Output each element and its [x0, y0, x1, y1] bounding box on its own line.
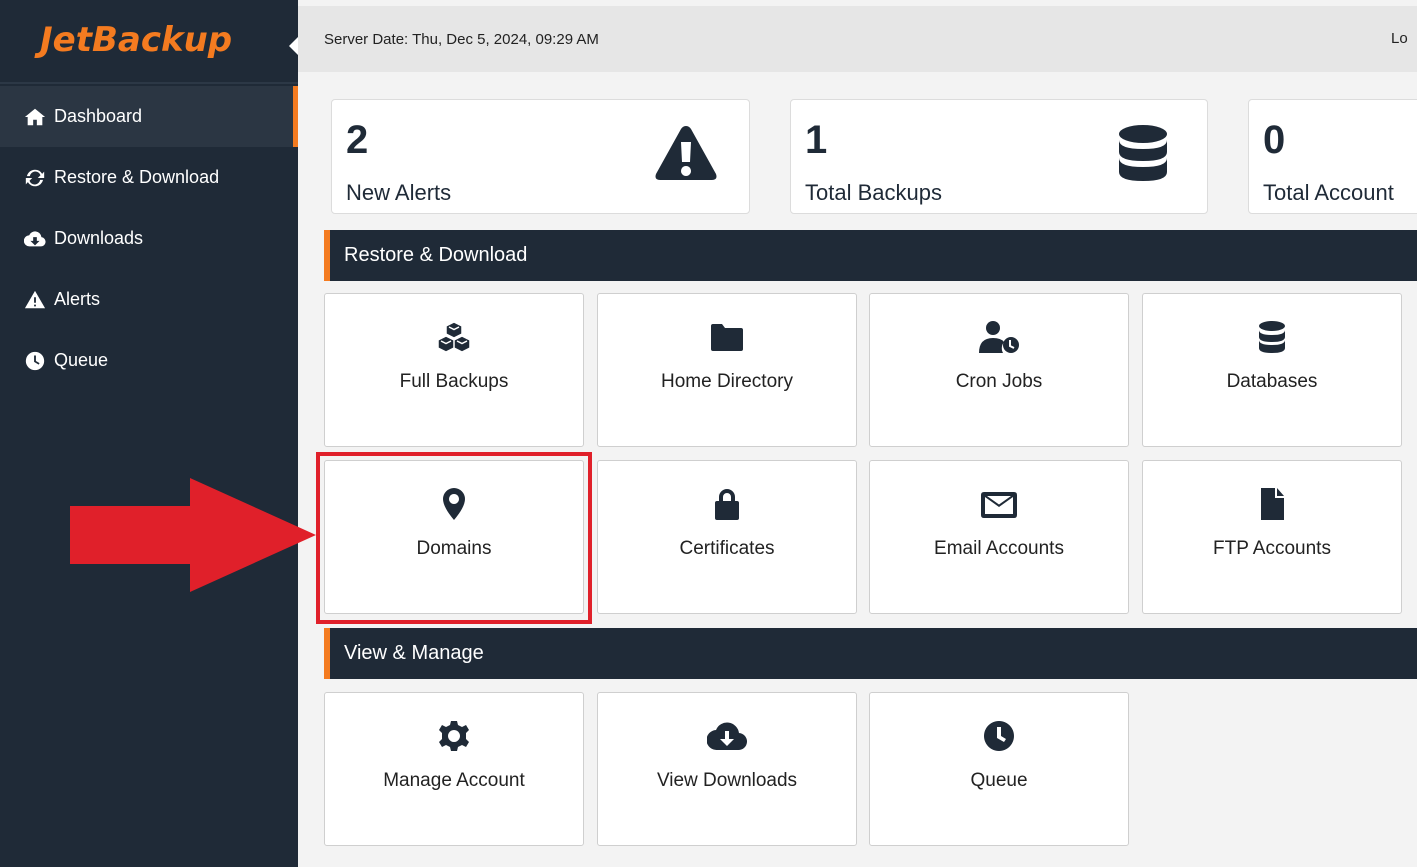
top-bar: Server Date: Thu, Dec 5, 2024, 09:29 AM … [298, 6, 1417, 72]
clock-icon [870, 719, 1128, 755]
section-header-restore: Restore & Download [324, 230, 1417, 281]
gear-icon [325, 719, 583, 755]
tile-home-directory[interactable]: Home Directory [597, 293, 857, 447]
tile-label: Cron Jobs [955, 371, 1043, 392]
tile-label: View Downloads [656, 770, 798, 791]
warning-icon [24, 289, 46, 311]
stat-value: 2 [346, 118, 369, 162]
highlight-box [316, 452, 592, 624]
section-header-manage: View & Manage [324, 628, 1417, 679]
cloud-download-icon [598, 719, 856, 755]
sync-icon [24, 167, 46, 189]
database-icon [1143, 320, 1401, 356]
tile-certificates[interactable]: Certificates [597, 460, 857, 614]
stat-card-total-backups[interactable]: 1 Total Backups [790, 99, 1208, 214]
tile-label: Databases [1226, 371, 1318, 392]
tile-queue[interactable]: Queue [869, 692, 1129, 846]
user-clock-icon [870, 320, 1128, 356]
home-icon [24, 106, 46, 128]
sidebar-item-queue[interactable]: Queue [0, 330, 298, 391]
tile-label: Queue [970, 770, 1028, 791]
stat-value: 1 [805, 118, 828, 162]
stat-label: Total Backups [805, 180, 942, 205]
sidebar: JetBackup Dashboard Restore & Download D… [0, 0, 299, 867]
cubes-icon [325, 320, 583, 356]
cloud-download-icon [24, 228, 46, 250]
sidebar-item-downloads[interactable]: Downloads [0, 208, 298, 269]
sidebar-item-label: Dashboard [54, 106, 143, 126]
server-date: Server Date: Thu, Dec 5, 2024, 09:29 AM [324, 31, 599, 48]
database-icon [1111, 122, 1175, 186]
tile-cron-jobs[interactable]: Cron Jobs [869, 293, 1129, 447]
tile-label: Manage Account [383, 770, 525, 791]
stat-label: New Alerts [346, 180, 452, 205]
red-arrow-annotation [70, 478, 316, 592]
sidebar-item-alerts[interactable]: Alerts [0, 269, 298, 330]
logo-bar: JetBackup [0, 6, 299, 84]
tile-label: Full Backups [399, 371, 509, 392]
tile-label: FTP Accounts [1213, 538, 1331, 559]
tile-manage-account[interactable]: Manage Account [324, 692, 584, 846]
stat-value: 0 [1263, 118, 1286, 162]
sidebar-item-label: Queue [54, 350, 109, 370]
sidebar-item-label: Alerts [54, 289, 101, 309]
sidebar-item-label: Restore & Download [54, 167, 220, 187]
folder-icon [598, 320, 856, 356]
tile-ftp-accounts[interactable]: FTP Accounts [1142, 460, 1402, 614]
tile-full-backups[interactable]: Full Backups [324, 293, 584, 447]
sidebar-nav: Dashboard Restore & Download Downloads A… [0, 86, 298, 391]
stat-card-new-alerts[interactable]: 2 New Alerts [331, 99, 750, 214]
file-icon [1143, 487, 1401, 523]
lock-icon [598, 487, 856, 523]
envelope-icon [870, 487, 1128, 523]
tile-label: Certificates [679, 538, 775, 559]
tile-email-accounts[interactable]: Email Accounts [869, 460, 1129, 614]
tile-label: Home Directory [661, 371, 793, 392]
stat-label: Total Account [1263, 180, 1394, 205]
sidebar-item-restore-download[interactable]: Restore & Download [0, 147, 298, 208]
jetbackup-logo[interactable]: JetBackup [40, 20, 232, 60]
tile-databases[interactable]: Databases [1142, 293, 1402, 447]
warning-icon [654, 122, 718, 186]
sidebar-item-dashboard[interactable]: Dashboard [0, 86, 298, 147]
stat-card-total-accounts[interactable]: 0 Total Account [1248, 99, 1417, 214]
logout-link[interactable]: Lo [1391, 30, 1408, 47]
tile-view-downloads[interactable]: View Downloads [597, 692, 857, 846]
clock-icon [24, 350, 46, 372]
sidebar-item-label: Downloads [54, 228, 144, 248]
tile-label: Email Accounts [934, 538, 1064, 559]
